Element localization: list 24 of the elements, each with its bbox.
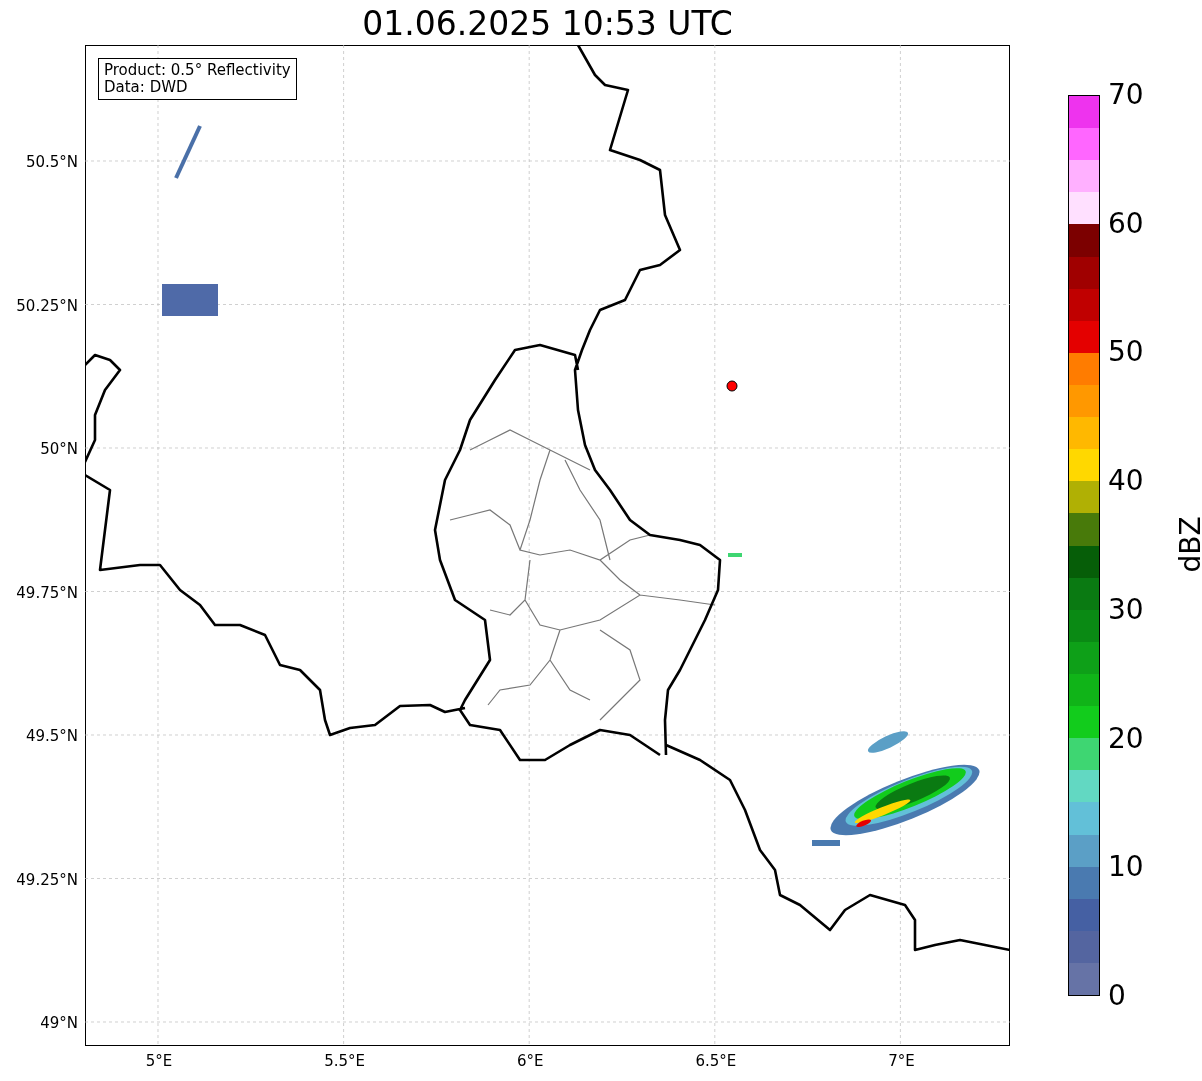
axis-tick-label: 49.25°N bbox=[16, 870, 78, 889]
axis-tick-label: 49°N bbox=[40, 1014, 78, 1032]
scale-tick-label: 50 bbox=[1108, 337, 1144, 368]
axis-tick-label: 49.5°N bbox=[25, 727, 78, 745]
axis-tick-label: 5.5°E bbox=[324, 1052, 365, 1070]
axis-tick-label: 7°E bbox=[888, 1052, 915, 1070]
info-text: Data: DWD bbox=[104, 79, 189, 96]
scale-tick-label: 10 bbox=[1108, 852, 1144, 883]
scale-tick-label: 30 bbox=[1108, 594, 1144, 625]
scale-tick-label: 20 bbox=[1108, 723, 1144, 754]
axis-tick-label: 50.5°N bbox=[25, 153, 78, 171]
scale-tick-label: 60 bbox=[1108, 208, 1144, 239]
info-text: Product: 0.5° Reflectivity bbox=[104, 62, 291, 79]
axis-tick-label: 50°N bbox=[40, 440, 78, 458]
scale-tick-label: 70 bbox=[1108, 80, 1144, 110]
axis-tick-label: 50.25°N bbox=[16, 296, 78, 315]
axis-tick-label: 49.75°N bbox=[16, 583, 78, 602]
scale-label: dBZ bbox=[1173, 516, 1202, 573]
scale-tick-label: 0 bbox=[1108, 981, 1126, 1011]
scale-tick-label: 40 bbox=[1108, 466, 1144, 497]
axis-tick-label: 6.5°E bbox=[695, 1052, 737, 1070]
chart-title: 01.06.2025 10:53 UTC bbox=[361, 4, 734, 44]
axis-tick-label: 5°E bbox=[145, 1052, 173, 1070]
axis-tick-label: 6°E bbox=[516, 1052, 544, 1070]
